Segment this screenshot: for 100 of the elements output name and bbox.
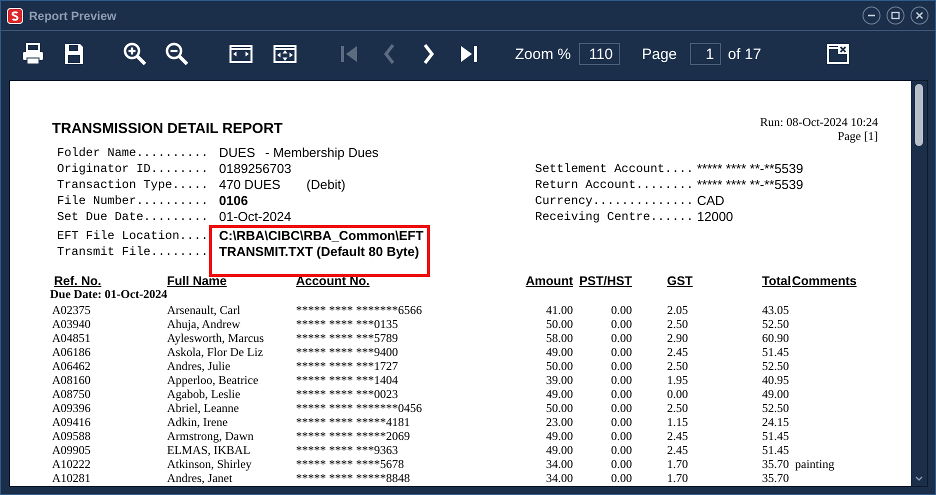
table-cell-text: Arsenault, Carl (167, 303, 242, 317)
table-cell-text: 34.00 (545, 471, 573, 485)
print-icon[interactable] (21, 42, 45, 66)
table-cell-text: Abriel, Leanne (167, 401, 240, 415)
table-cell-text: 2.45 (666, 429, 689, 443)
table-cell-text: ***** **** *******6566 (296, 303, 423, 317)
table-cell-text: 43.05 (762, 303, 790, 317)
field-label: Originator ID........ (57, 162, 210, 176)
column-header: Total (762, 274, 792, 289)
scrollbar-thumb[interactable] (915, 84, 923, 146)
run-timestamp: Run: 08-Oct-2024 10:24 (760, 115, 878, 129)
field-label: EFT File Location.... (57, 230, 210, 242)
table-cell-text: ***** **** *******0456 (296, 401, 423, 415)
zoom-field[interactable]: 110 (578, 43, 620, 65)
table-cell-text: 1.70 (666, 471, 689, 485)
table-cell-text: 52.50 (762, 317, 790, 331)
field-label: Return Account........ (535, 178, 694, 192)
table-cell-text: Andres, Julie (167, 359, 232, 373)
column-header: Full Name (167, 274, 228, 289)
table-cell-text: 23.00 (545, 415, 573, 429)
page-label: Page (642, 46, 677, 62)
maximize-icon[interactable] (886, 6, 905, 25)
fit-page-icon[interactable] (273, 42, 297, 66)
table-cell-text: 51.45 (762, 345, 790, 359)
table-cell-text: A02375 (52, 303, 92, 317)
fit-width-icon[interactable] (229, 42, 253, 66)
table-cell-text: 35.70 (762, 457, 790, 471)
close-preview-icon[interactable] (826, 42, 850, 66)
table-cell-text: 51.45 (762, 443, 790, 457)
table-cell-text: A09905 (52, 443, 92, 457)
field-value: DUES (219, 146, 256, 160)
app-icon (7, 8, 23, 24)
next-icon[interactable] (421, 42, 437, 66)
page-total: of 17 (728, 46, 762, 62)
field-note: (Debit) (306, 178, 346, 192)
column-header: GST (666, 274, 694, 289)
page-field[interactable]: 1 (690, 43, 721, 65)
column-header: PST/HST (578, 274, 632, 289)
table-cell-text: 49.00 (545, 345, 573, 359)
table-cell-text: 2.90 (666, 331, 689, 345)
table-cell-text: 52.50 (762, 401, 790, 415)
field-value: ***** **** **-**5539 (697, 178, 804, 192)
table-cell-text: 0.00 (610, 303, 632, 317)
table-cell-text: 49.00 (545, 443, 573, 457)
table-cell-text: ***** **** ***5789 (296, 331, 399, 345)
table-cell-text: 0.00 (610, 387, 632, 401)
table-cell-text: 0.00 (610, 331, 632, 345)
page-number: Page [1] (836, 129, 878, 143)
field-label: Currency.............. (535, 194, 694, 208)
table-cell-text: 49.00 (545, 387, 573, 401)
column-header: Account No. (296, 274, 371, 289)
table-cell-text: 39.00 (545, 373, 573, 387)
table-cell-text: ***** **** *****8848 (296, 471, 411, 485)
save-icon[interactable] (63, 42, 85, 66)
field-value: 470 DUES (219, 178, 280, 192)
field-value: 01-Oct-2024 (219, 210, 292, 224)
table-cell-text: 1.70 (666, 457, 689, 471)
table-cell-text: A08160 (52, 373, 92, 387)
table-cell-text: Atkinson, Shirley (167, 457, 253, 471)
field-label: File Number.......... (57, 194, 210, 208)
table-cell-text: 0.00 (610, 345, 632, 359)
table-cell-text: Askola, Flor De Liz (167, 345, 264, 359)
table-cell-text: A04851 (52, 331, 92, 345)
table-cell-text: 50.00 (545, 401, 573, 415)
minimize-icon[interactable] (862, 6, 881, 25)
table-cell-text: Agabob, Leslie (167, 387, 242, 401)
zoom-out-icon[interactable] (165, 42, 189, 66)
table-cell-text: Andres, Janet (167, 471, 234, 485)
table-cell-text: 2.05 (666, 303, 689, 317)
field-label: Transaction Type..... (57, 178, 210, 192)
table-cell-text: 24.15 (762, 415, 790, 429)
field-label: Set Due Date......... (57, 210, 210, 224)
table-cell-text: 0.00 (666, 387, 689, 401)
table-cell-text: 2.45 (666, 443, 689, 457)
table-cell-text: ***** **** *****2069 (296, 429, 411, 443)
table-cell-text: ***** **** ***0023 (296, 387, 399, 401)
table-cell-text: 58.00 (545, 331, 573, 345)
table-cell-text: 40.95 (762, 373, 790, 387)
table-cell-text: 0.00 (610, 415, 632, 429)
table-cell-text: A09588 (52, 429, 92, 443)
close-icon[interactable] (910, 6, 929, 25)
table-cell-text: 0.00 (610, 373, 632, 387)
table-cell-text: ***** **** *****4181 (296, 415, 411, 429)
column-header: Amount (524, 274, 573, 289)
table-cell-text: 52.50 (762, 359, 790, 373)
window-title: Report Preview (29, 8, 118, 22)
field-value: 12000 (697, 210, 734, 224)
zoom-in-icon[interactable] (123, 42, 147, 66)
scroll-down-icon[interactable] (914, 475, 924, 483)
table-cell-text: 0.00 (610, 443, 632, 457)
field-value: 0106 (219, 194, 248, 208)
report-title: TRANSMISSION DETAIL REPORT (52, 121, 283, 139)
table-cell-text: 2.45 (666, 345, 689, 359)
table-cell-text: 0.00 (610, 401, 632, 415)
column-header: Ref. No. (54, 274, 102, 289)
table-cell-text: ***** **** ***0135 (296, 317, 399, 331)
table-cell-text: A08750 (52, 387, 92, 401)
table-cell-text: A10222 (52, 457, 92, 471)
table-cell-text: 0.00 (610, 429, 632, 443)
table-cell-text: 0.00 (610, 359, 632, 373)
